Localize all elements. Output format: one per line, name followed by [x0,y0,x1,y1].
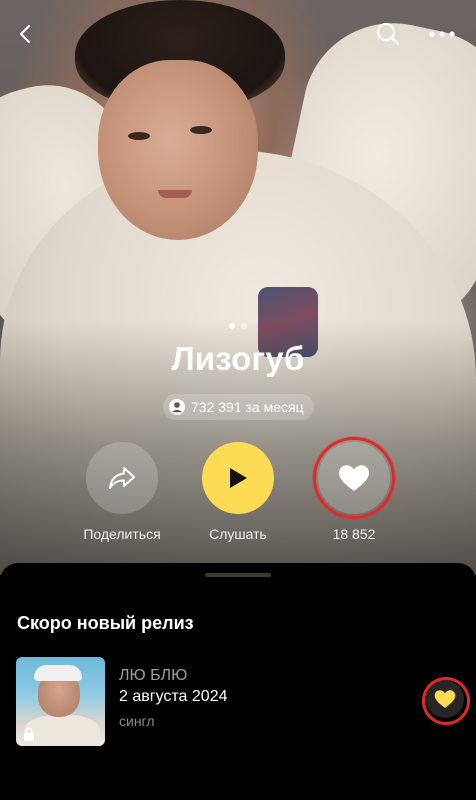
more-options-button[interactable] [424,16,460,52]
listen-action[interactable]: Слушать [183,442,293,542]
release-cover-image[interactable] [16,657,105,746]
play-icon [230,468,247,488]
image-pager-dots[interactable] [0,323,476,329]
monthly-listeners-badge: 732 391 за месяц [163,394,314,420]
sheet-drag-handle[interactable] [205,573,271,577]
lock-icon [24,727,34,741]
heart-icon [339,465,369,491]
listen-label: Слушать [209,526,267,542]
cover-figure-cap [34,665,82,681]
share-label: Поделиться [83,526,161,542]
release-type: сингл [119,713,155,729]
heart-icon [434,690,456,708]
hero-figure-face [98,60,258,240]
pager-dot[interactable] [241,323,247,329]
hero-eye-left [128,132,150,140]
upcoming-release-item[interactable]: ЛЮ БЛЮ 2 августа 2024 сингл [16,657,464,747]
hero-mouth [158,190,192,198]
release-title: ЛЮ БЛЮ [119,667,188,684]
person-icon [169,399,185,415]
hero-eye-right [190,126,212,134]
share-arrow-icon [109,467,135,489]
artist-name: Лизогуб [171,340,305,377]
more-horizontal-icon [429,31,455,37]
monthly-listeners-text: 732 391 за месяц [191,399,304,415]
likes-count: 18 852 [332,526,376,542]
back-button[interactable] [8,16,44,52]
release-like-button[interactable] [426,680,464,718]
pager-dot[interactable] [229,323,235,329]
bottom-sheet[interactable]: Скоро новый релиз ЛЮ БЛЮ 2 августа 2024 … [0,563,476,800]
like-button[interactable] [318,442,390,514]
search-button[interactable] [370,16,406,52]
chevron-left-icon [19,24,31,44]
search-icon [376,22,400,46]
upcoming-release-title: Скоро новый релиз [17,613,194,633]
release-date: 2 августа 2024 [119,688,228,705]
share-button[interactable] [86,442,158,514]
share-action[interactable]: Поделиться [67,442,177,542]
play-button[interactable] [202,442,274,514]
like-action[interactable]: 18 852 [299,442,409,542]
